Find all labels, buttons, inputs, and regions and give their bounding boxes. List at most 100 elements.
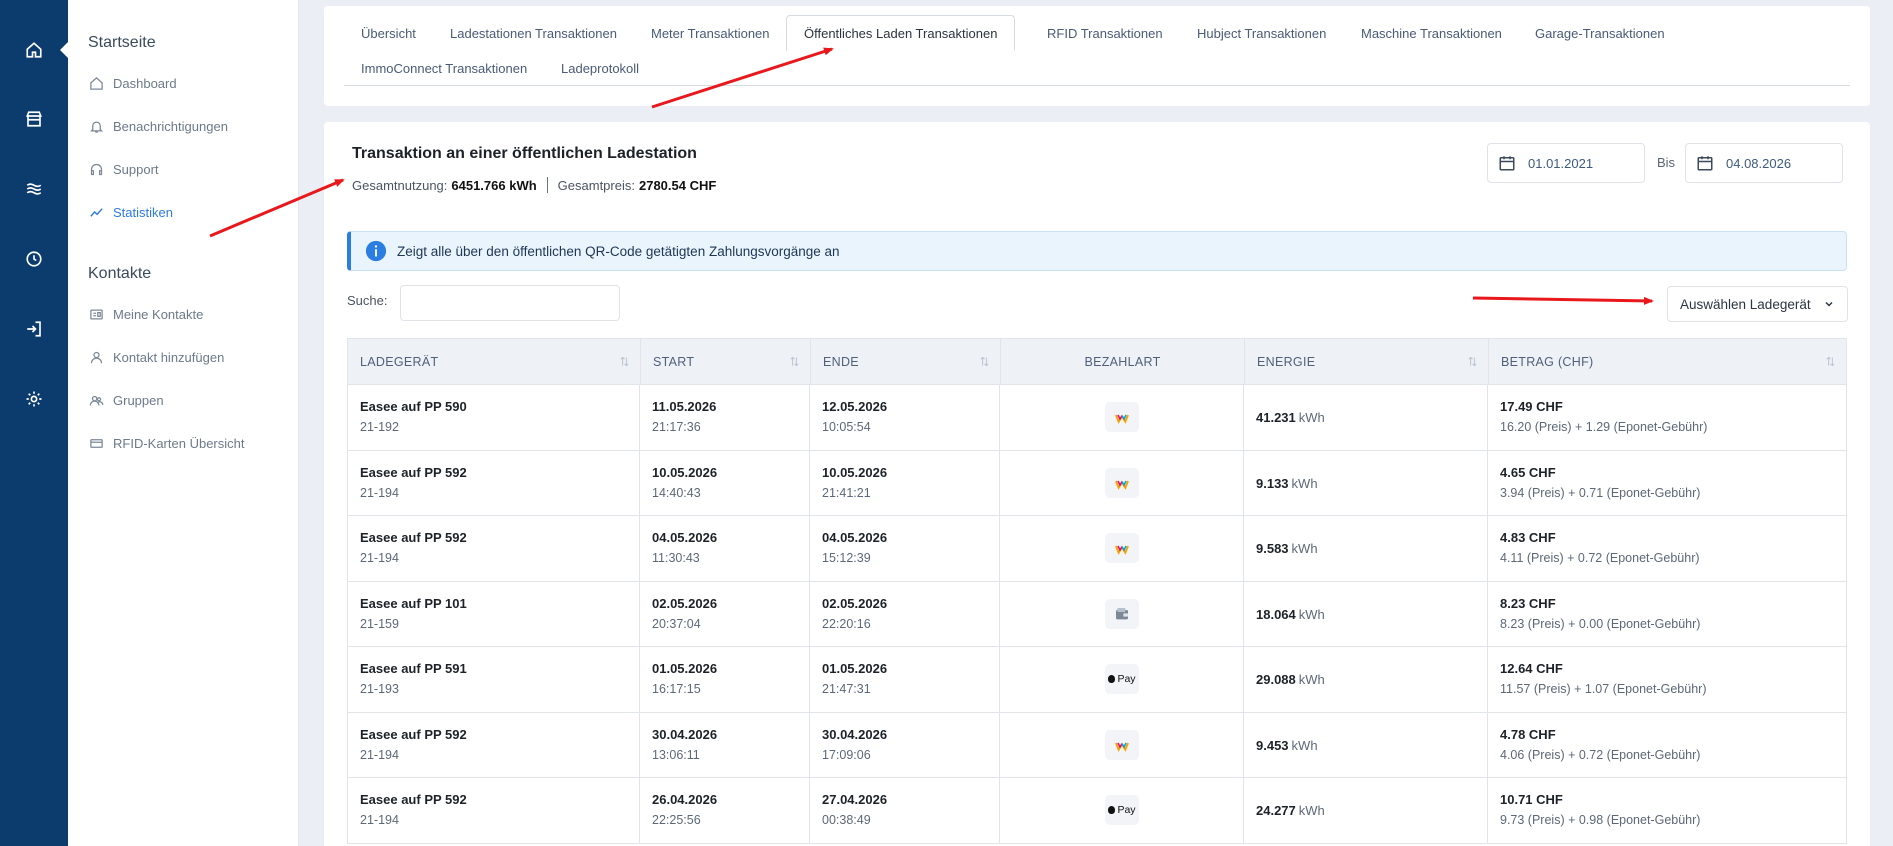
icon-rail [0,0,68,846]
amount-detail: 4.11 (Preis) + 0.72 (Eponet-Gebühr) [1500,551,1700,565]
table-row[interactable]: Easee auf PP 592 21-194 26.04.2026 22:25… [347,778,1847,844]
cell-device: Easee auf PP 590 21-192 [348,385,640,450]
tab-rfid-transaktionen[interactable]: RFID Transaktionen [1030,15,1180,51]
cell-energy: 29.088 kWh [1244,647,1488,712]
column-header-energie[interactable]: ENERGIE [1245,339,1489,384]
end-date: 10.05.2026 [822,464,888,480]
sidebar-item-label: Dashboard [113,75,177,91]
date-from-field[interactable]: 01.01.2021 [1487,143,1645,183]
column-header-bezahlart: BEZAHLART [1001,339,1245,384]
column-header-betrag[interactable]: BETRAG (CHF) [1489,339,1846,384]
apple-pay-label: Pay [1117,804,1136,816]
sidebar-item-gruppen[interactable]: Gruppen [88,389,164,411]
sort-icon [789,356,800,370]
cell-payment [1000,385,1244,450]
sidebar-item-dashboard[interactable]: Dashboard [88,72,177,94]
cell-payment [1000,450,1244,515]
headset-icon [88,161,104,177]
table-header: LADEGERÄT START ENDE BEZAHLART ENERGIE B… [347,338,1847,385]
cell-end: 01.05.2026 21:47:31 [810,647,1000,712]
tab-garage-transaktionen[interactable]: Garage-Transaktionen [1518,15,1682,51]
tab-oeffentliches-laden-transaktionen[interactable]: Öffentliches Laden Transaktionen [786,15,1016,51]
device-name: Easee auf PP 592 [360,464,467,480]
payment-method-icon [1105,402,1139,432]
store-icon[interactable] [20,105,48,133]
end-date: 30.04.2026 [822,726,888,742]
user-icon [88,349,104,365]
cell-payment [1000,581,1244,646]
table-row[interactable]: Easee auf PP 101 21-159 02.05.2026 20:37… [347,581,1847,647]
charger-select[interactable]: Auswählen Ladegerät [1667,286,1848,322]
sidebar-item-meine-kontakte[interactable]: Meine Kontakte [88,303,203,325]
column-header-ende[interactable]: ENDE [811,339,1001,384]
end-date: 04.05.2026 [822,530,888,545]
cell-device: Easee auf PP 101 21-159 [348,581,640,646]
tab-ladeprotokoll[interactable]: Ladeprotokoll [544,50,656,86]
device-name: Easee auf PP 592 [360,792,467,807]
column-header-start[interactable]: START [641,339,811,384]
cell-end: 30.04.2026 17:09:06 [810,712,1000,777]
start-date: 26.04.2026 [652,792,718,807]
end-time: 10:05:54 [822,420,871,434]
table-row[interactable]: Easee auf PP 592 21-194 10.05.2026 14:40… [347,450,1847,516]
cell-start: 10.05.2026 14:40:43 [640,450,810,515]
cell-device: Easee auf PP 592 21-194 [348,450,640,515]
table-row[interactable]: Easee auf PP 592 21-194 30.04.2026 13:06… [347,712,1847,778]
date-to-field[interactable]: 04.08.2026 [1685,143,1843,183]
device-id: 21-194 [360,485,399,500]
gear-icon[interactable] [20,385,48,413]
cell-amount: 4.83 CHF 4.11 (Preis) + 0.72 (Eponet-Geb… [1488,516,1845,581]
waves-icon[interactable] [20,175,48,203]
cell-amount: 17.49 CHF 16.20 (Preis) + 1.29 (Eponet-G… [1488,385,1845,450]
clock-icon[interactable] [20,245,48,273]
group-icon [88,392,104,408]
sidebar-item-label: Gruppen [113,392,164,408]
table-row[interactable]: Easee auf PP 591 21-193 01.05.2026 16:17… [347,647,1847,713]
login-icon[interactable] [20,315,48,343]
sort-icon [1467,356,1478,370]
device-id: 21-194 [360,747,399,762]
end-time: 15:12:39 [822,551,871,565]
bell-icon [88,118,104,134]
page-title: Transaktion an einer öffentlichen Ladest… [352,145,697,162]
sidebar-section-title: Startseite [88,34,156,51]
tab-meter-transaktionen[interactable]: Meter Transaktionen [634,15,787,51]
cell-energy: 24.277 kWh [1244,778,1488,843]
energy-value: 24.277 [1256,803,1296,818]
sidebar-item-label: RFID-Karten Übersicht [113,435,245,451]
price-value: 2780.54 CHF [638,177,717,193]
sidebar-item-rfid-karten[interactable]: RFID-Karten Übersicht [88,432,244,454]
sidebar-item-benachrichtigungen[interactable]: Benachrichtigungen [88,115,228,137]
charger-select-value: Auswählen Ladegerät [1680,296,1811,312]
start-date: 02.05.2026 [652,595,718,611]
tab-maschine-transaktionen[interactable]: Maschine Transaktionen [1344,15,1519,51]
sidebar-item-kontakt-hinzufuegen[interactable]: Kontakt hinzufügen [88,346,224,368]
table-row[interactable]: Easee auf PP 590 21-192 11.05.2026 21:17… [347,385,1847,451]
home-icon[interactable] [20,36,48,64]
tab-hubject-transaktionen[interactable]: Hubject Transaktionen [1180,15,1343,51]
energy-value: 29.088 [1256,672,1296,687]
tab-ladestationen-transaktionen[interactable]: Ladestationen Transaktionen [433,15,634,51]
table-row[interactable]: Easee auf PP 592 21-194 04.05.2026 11:30… [347,516,1847,582]
column-header-ladegeraet[interactable]: LADEGERÄT [348,339,641,384]
end-time: 21:41:21 [822,485,871,500]
cell-device: Easee auf PP 591 21-193 [348,647,640,712]
sidebar-item-statistiken[interactable]: Statistiken [88,201,173,223]
cell-energy: 18.064 kWh [1244,581,1488,646]
search-input[interactable] [400,285,620,321]
cell-start: 01.05.2026 16:17:15 [640,647,810,712]
energy-value: 9.133 [1256,475,1289,491]
energy-unit: kWh [1291,737,1318,753]
sidebar-item-support[interactable]: Support [88,158,159,180]
energy-unit: kWh [1298,606,1325,622]
energy-unit: kWh [1298,803,1325,818]
tab-uebersicht[interactable]: Übersicht [344,15,433,51]
tab-immoconnect-transaktionen[interactable]: ImmoConnect Transaktionen [344,50,544,86]
sidebar-item-label: Statistiken [113,204,173,220]
card-icon [88,435,104,451]
end-date: 01.05.2026 [822,661,888,676]
start-time: 14:40:43 [652,485,701,500]
sidebar: Startseite Dashboard Benachrichtigungen … [68,0,299,846]
amount-value: 17.49 CHF [1500,399,1563,414]
device-name: Easee auf PP 101 [360,595,467,611]
